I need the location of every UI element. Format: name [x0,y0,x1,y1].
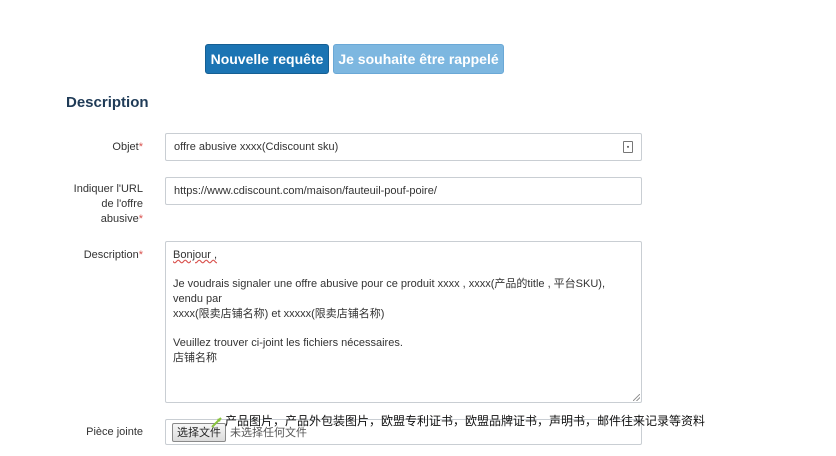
url-input[interactable]: https://www.cdiscount.com/maison/fauteui… [165,177,642,205]
required-mark: * [138,213,143,225]
section-title: Description [66,94,149,111]
url-label: Indiquer l'URL de l'offre abusive* [73,183,143,225]
contact-form-page: Nouvelle requête Je souhaite être rappel… [0,0,836,456]
call-back-label: Je souhaite être rappelé [338,51,499,67]
attachment-label: Pièce jointe [86,426,143,438]
objet-input[interactable]: offre abusive xxxx(Cdiscount sku) ▪ [165,133,642,161]
objet-value: offre abusive xxxx(Cdiscount sku) [174,141,339,153]
new-request-button[interactable]: Nouvelle requête [205,44,329,74]
description-label: Description* [83,249,143,261]
objet-label: Objet* [112,141,143,153]
input-keyboard-icon: ▪ [623,141,633,153]
pointer-arrow-icon [211,417,222,428]
required-mark: * [138,249,143,261]
description-line: Bonjour , [173,249,218,261]
description-line: Veuillez trouver ci-joint les fichiers n… [173,337,403,349]
description-textarea[interactable]: Bonjour , Je voudrais signaler une offre… [165,241,642,403]
required-mark: * [138,141,143,153]
call-back-button[interactable]: Je souhaite être rappelé [333,44,504,74]
description-line: 店铺名称 [173,352,217,364]
description-line: Je voudrais signaler une offre abusive p… [173,278,606,305]
new-request-label: Nouvelle requête [210,51,324,67]
annotation-note: 产品图片，产品外包装图片，欧盟专利证书，欧盟品牌证书，声明书，邮件往来记录等资料 [225,414,706,428]
resize-handle[interactable] [633,394,640,401]
description-line: xxxx(限卖店铺名称) et xxxxx(限卖店铺名称) [173,308,385,320]
url-value: https://www.cdiscount.com/maison/fauteui… [174,185,437,197]
